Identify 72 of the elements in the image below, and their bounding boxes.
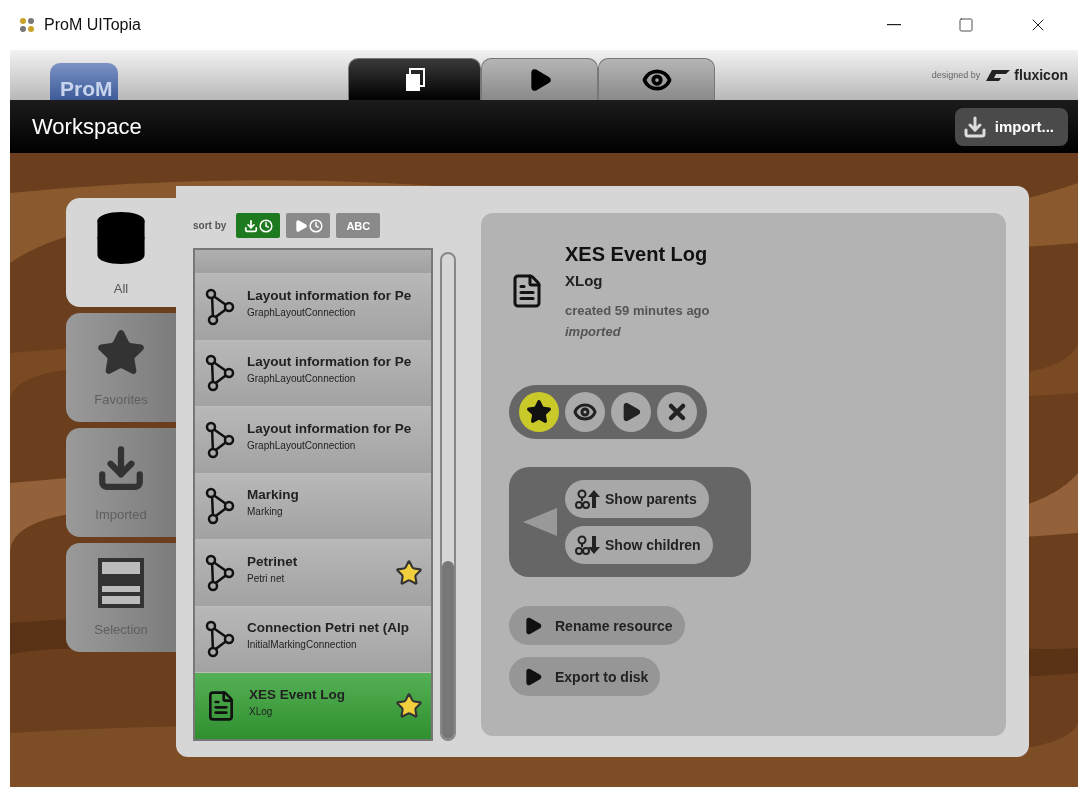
delete-button[interactable]	[657, 392, 697, 432]
app-icon	[18, 16, 36, 34]
brand-icon	[984, 68, 1011, 82]
resource-title: Layout information for Pe	[247, 354, 413, 370]
view-tab[interactable]	[348, 58, 481, 100]
selection-icon	[98, 558, 144, 608]
created-text: created 59 minutes ago	[565, 303, 710, 318]
clock-icon	[308, 218, 323, 233]
resource-title: Layout information for Pe	[247, 287, 413, 303]
resource-type: XLog	[565, 272, 604, 289]
show-children-button[interactable]: Show children	[565, 526, 713, 564]
logo: ProM	[50, 63, 118, 100]
sort-label: sort by	[193, 220, 227, 231]
play-icon	[523, 615, 543, 636]
resource-item[interactable]: XES Event Log XLog	[195, 673, 431, 739]
graph-icon	[205, 553, 235, 592]
resource-title: XES Event Log	[249, 686, 347, 702]
resource-type: GraphLayoutConnection	[247, 439, 357, 451]
sort-button[interactable]: ABC	[336, 213, 381, 238]
resource-type: Marking	[247, 506, 284, 518]
resource-item[interactable]: Connection Petri net (Alp InitialMarkingConnection	[195, 606, 431, 673]
view-tab[interactable]	[481, 58, 598, 100]
resource-item[interactable]: Layout information for Pe GraphLayoutConnection	[195, 274, 431, 341]
children-icon	[575, 535, 601, 555]
pages-icon	[403, 67, 426, 92]
resource-type: XLog	[249, 705, 274, 717]
resource-type: Petri net	[247, 572, 286, 584]
graph-icon	[205, 620, 235, 659]
resource-item[interactable]: Layout information for Pe GraphLayoutConnection	[195, 407, 431, 474]
graph-icon	[205, 420, 235, 459]
clock-icon	[258, 218, 273, 233]
resource-name: XES Event Log	[565, 243, 709, 266]
import-icon	[243, 218, 258, 233]
favorite-button[interactable]	[519, 392, 559, 432]
brand-name: fluxicon	[1014, 67, 1068, 83]
download-icon	[96, 443, 146, 493]
play-icon	[293, 218, 308, 233]
resource-title: Connection Petri net (Alp	[247, 620, 410, 636]
resource-type: GraphLayoutConnection	[247, 373, 357, 385]
command-button[interactable]: Rename resource	[509, 606, 685, 645]
download-icon	[962, 114, 987, 139]
command-button[interactable]: Export to disk	[509, 657, 661, 696]
credit-text: designed by	[931, 70, 981, 80]
window-title: ProM UITopia	[44, 16, 142, 34]
resource-title: Marking	[247, 487, 300, 503]
sort-button[interactable]	[286, 213, 331, 238]
maximize-icon	[958, 17, 974, 33]
workspace-title: Workspace	[32, 113, 143, 140]
view-button[interactable]	[565, 392, 605, 432]
resource-item[interactable]: Marking Marking	[195, 473, 431, 540]
back-arrow-icon	[523, 505, 557, 539]
sort-button[interactable]	[236, 213, 281, 238]
category-tab[interactable]: All	[66, 198, 176, 307]
resource-title: Petrinet	[247, 553, 299, 569]
view-tab[interactable]	[598, 58, 715, 100]
graph-icon	[205, 287, 235, 326]
resource-item[interactable]: Petrinet Petri net	[195, 540, 431, 607]
graph-icon	[205, 487, 235, 526]
parents-icon	[575, 489, 601, 509]
run-button[interactable]	[611, 392, 651, 432]
resource-type: GraphLayoutConnection	[247, 306, 357, 318]
play-icon	[523, 666, 543, 687]
graph-icon	[205, 354, 235, 393]
minimize-icon	[887, 24, 901, 26]
resource-type: InitialMarkingConnection	[247, 639, 358, 651]
star-icon	[526, 399, 552, 425]
resource-item[interactable]: Layout information for Pe GraphLayoutConnection	[195, 340, 431, 407]
import-button[interactable]: import...	[954, 107, 1068, 146]
scrollbar[interactable]	[440, 252, 456, 741]
origin-text: imported	[565, 324, 622, 339]
show-parents-button[interactable]: Show parents	[565, 480, 709, 518]
resource-title: Layout information for Pe	[247, 420, 413, 436]
